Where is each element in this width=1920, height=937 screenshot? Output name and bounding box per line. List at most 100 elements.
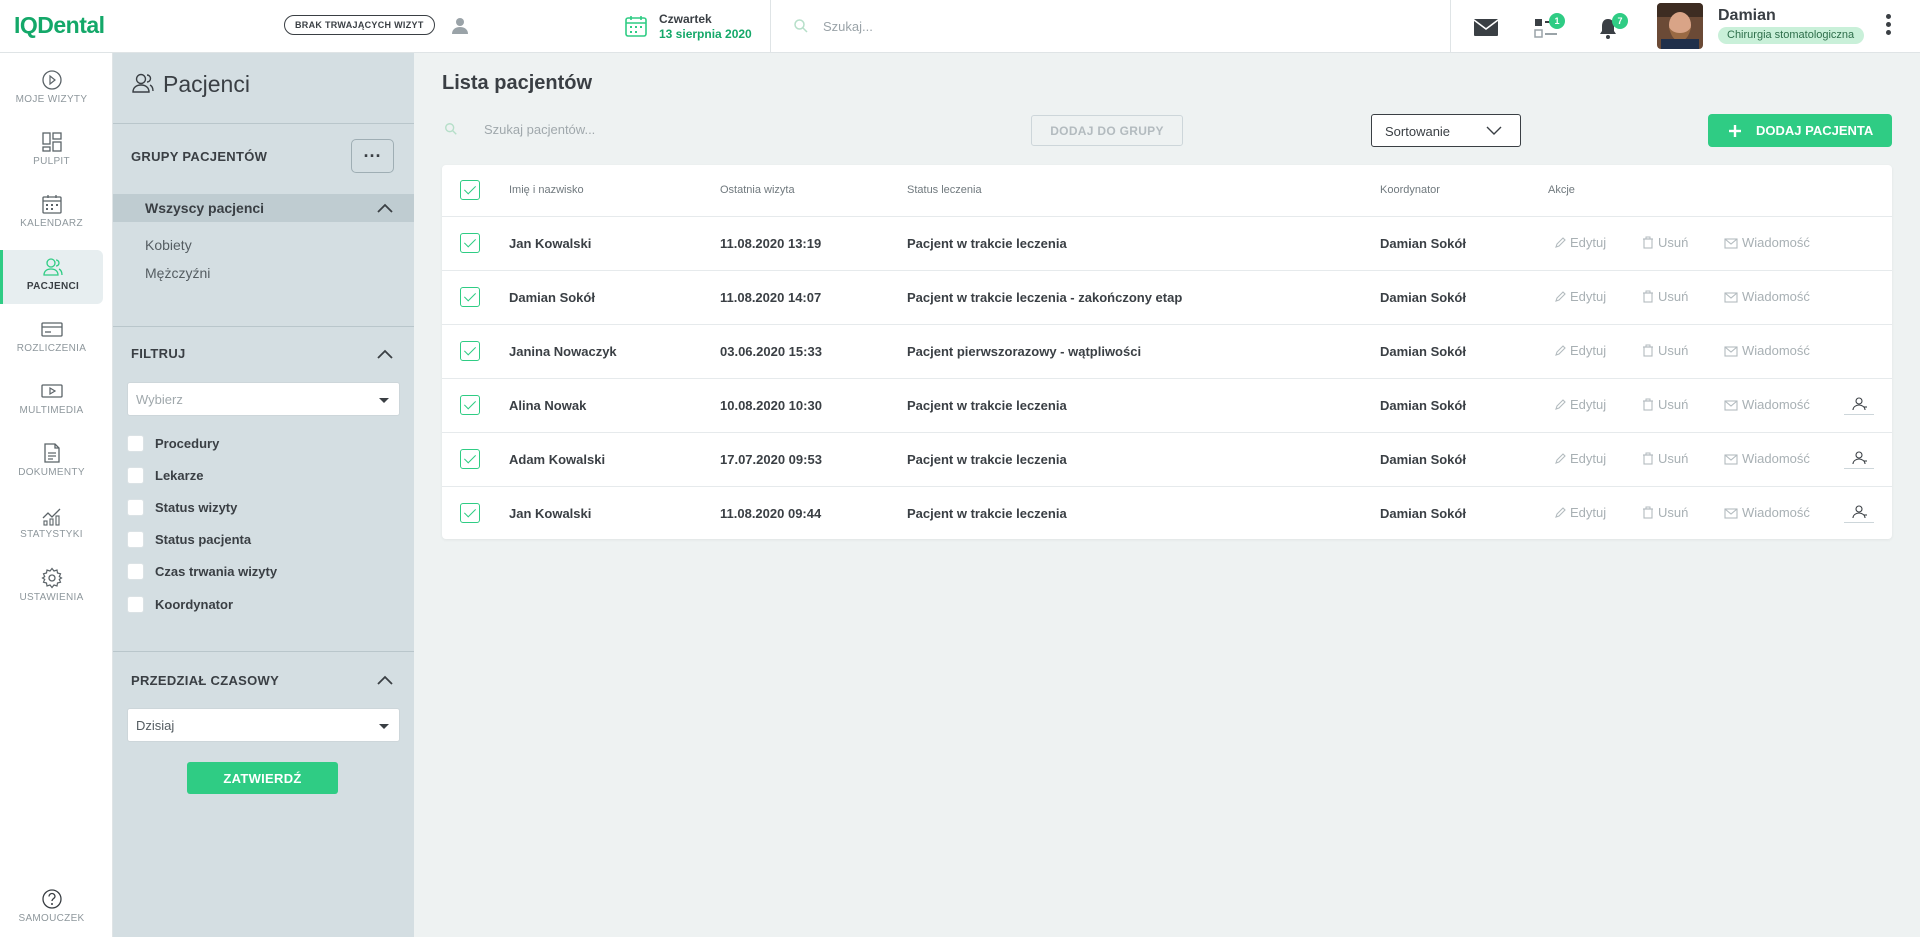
patient-name[interactable]: Adam Kowalski [509, 452, 605, 467]
add-patient-button[interactable]: DODAJ PACJENTA [1708, 114, 1892, 147]
user-name[interactable]: Damian [1718, 7, 1776, 25]
table-row[interactable]: Damian Sokół 11.08.2020 14:07 Pacjent w tr… [442, 271, 1892, 325]
divider [113, 123, 414, 124]
row-checkbox[interactable] [460, 287, 480, 307]
time-range-select[interactable]: Dzisiaj [127, 708, 400, 742]
edit-action[interactable]: Edytuj [1554, 397, 1606, 412]
pencil-icon [1555, 507, 1566, 518]
column-header-status[interactable]: Status leczenia [907, 184, 982, 196]
nav-item-settings[interactable]: USTAWIENIA [0, 561, 103, 615]
column-header-name[interactable]: Imię i nazwisko [509, 184, 584, 196]
nav-item-my-visits[interactable]: MOJE WIZYTY [0, 63, 103, 117]
assign-user-button[interactable] [1844, 451, 1874, 469]
coordinator: Damian Sokół [1380, 398, 1466, 413]
calendar-icon [625, 16, 647, 37]
row-checkbox[interactable] [460, 395, 480, 415]
message-action[interactable]: Wiadomość [1724, 451, 1810, 466]
delete-action[interactable]: Usuń [1642, 343, 1688, 358]
notifications-button[interactable]: 7 [1596, 13, 1628, 41]
patient-name[interactable]: Jan Kowalski [509, 236, 591, 251]
select-all-checkbox[interactable] [460, 180, 480, 200]
patient-name[interactable]: Jan Kowalski [509, 506, 591, 521]
checkbox[interactable] [127, 531, 144, 548]
tasks-button[interactable]: 1 [1533, 13, 1565, 41]
checkbox[interactable] [127, 499, 144, 516]
edit-action[interactable]: Edytuj [1554, 451, 1606, 466]
message-action[interactable]: Wiadomość [1724, 235, 1810, 250]
checkbox[interactable] [127, 596, 144, 613]
confirm-button[interactable]: ZATWIERDŹ [187, 762, 338, 794]
delete-action[interactable]: Usuń [1642, 451, 1688, 466]
coordinator: Damian Sokół [1380, 290, 1466, 305]
checkbox[interactable] [127, 563, 144, 580]
nav-item-calendar[interactable]: KALENDARZ [0, 187, 103, 241]
mail-icon [1724, 454, 1738, 465]
calendar-icon [41, 195, 62, 214]
avatar[interactable] [1657, 3, 1703, 49]
patient-name[interactable]: Damian Sokół [509, 290, 595, 305]
patient-search [444, 116, 844, 142]
edit-action[interactable]: Edytuj [1554, 235, 1606, 250]
messages-button[interactable] [1473, 13, 1503, 41]
group-item-all[interactable]: Wszyscy pacjenci [113, 194, 414, 222]
add-to-group-button[interactable]: DODAJ DO GRUPY [1031, 115, 1183, 146]
patients-side-panel: Pacjenci GRUPY PACJENTÓW ··· Wszyscy pac… [113, 53, 414, 937]
message-action[interactable]: Wiadomość [1724, 397, 1810, 412]
chevron-up-icon[interactable] [377, 349, 393, 359]
assign-user-button[interactable] [1844, 397, 1874, 415]
edit-action[interactable]: Edytuj [1554, 343, 1606, 358]
delete-action[interactable]: Usuń [1642, 505, 1688, 520]
chevron-up-icon[interactable] [377, 203, 393, 213]
group-item-women[interactable]: Kobiety [145, 237, 192, 253]
divider [770, 0, 771, 53]
edit-action[interactable]: Edytuj [1554, 505, 1606, 520]
assign-user-button[interactable] [1844, 505, 1874, 523]
message-action[interactable]: Wiadomość [1724, 343, 1810, 358]
table-row[interactable]: Janina Nowaczyk 03.06.2020 15:33 Pacjent p… [442, 325, 1892, 379]
nav-item-patients[interactable]: PACJENCI [0, 250, 103, 304]
sort-dropdown[interactable]: Sortowanie [1371, 114, 1521, 147]
row-checkbox[interactable] [460, 233, 480, 253]
nav-item-multimedia[interactable]: MULTIMEDIA [0, 374, 103, 428]
last-visit: 10.08.2020 10:30 [720, 398, 822, 413]
table-row[interactable]: Jan Kowalski 11.08.2020 13:19 Pacjent w tr… [442, 217, 1892, 271]
delete-action[interactable]: Usuń [1642, 397, 1688, 412]
row-checkbox[interactable] [460, 503, 480, 523]
table-row[interactable]: Alina Nowak 10.08.2020 10:30 Pacjent w tra… [442, 379, 1892, 433]
filter-select[interactable]: Wybierz [127, 382, 400, 416]
message-action[interactable]: Wiadomość [1724, 505, 1810, 520]
groups-more-button[interactable]: ··· [351, 139, 394, 173]
edit-action[interactable]: Edytuj [1554, 289, 1606, 304]
column-header-coordinator[interactable]: Koordynator [1380, 184, 1440, 196]
group-item-men[interactable]: Mężczyźni [145, 265, 210, 281]
table-row[interactable]: Adam Kowalski 17.07.2020 09:53 Pacjent w t… [442, 433, 1892, 487]
nav-item-documents[interactable]: DOKUMENTY [0, 436, 103, 490]
row-checkbox[interactable] [460, 341, 480, 361]
global-search [793, 15, 1293, 37]
checkbox[interactable] [127, 435, 144, 452]
dropdown-arrow-icon [379, 724, 389, 729]
more-menu-icon[interactable] [1882, 14, 1894, 40]
delete-action[interactable]: Usuń [1642, 235, 1688, 250]
patient-name[interactable]: Janina Nowaczyk [509, 344, 617, 359]
table-header: Imię i nazwisko Ostatnia wizyta Status l… [442, 165, 1892, 217]
patient-name[interactable]: Alina Nowak [509, 398, 586, 413]
media-icon [40, 384, 63, 398]
nav-item-dashboard[interactable]: PULPIT [0, 125, 103, 179]
patient-search-input[interactable] [484, 118, 834, 140]
visit-status-pill[interactable]: BRAK TRWAJĄCYCH WIZYT [284, 15, 435, 35]
delete-action[interactable]: Usuń [1642, 289, 1688, 304]
nav-item-tutorial[interactable]: SAMOUCZEK [0, 882, 103, 936]
global-search-input[interactable] [823, 15, 1223, 37]
row-checkbox[interactable] [460, 449, 480, 469]
document-icon [43, 443, 60, 463]
nav-item-statistics[interactable]: STATYSTYKI [0, 498, 103, 552]
column-header-last-visit[interactable]: Ostatnia wizyta [720, 184, 795, 196]
nav-item-billing[interactable]: ROZLICZENIA [0, 312, 103, 366]
divider [1450, 0, 1451, 53]
message-action[interactable]: Wiadomość [1724, 289, 1810, 304]
table-row[interactable]: Jan Kowalski 11.08.2020 09:44 Pacjent w tr… [442, 487, 1892, 541]
app-logo[interactable]: IQDental [14, 12, 105, 39]
checkbox[interactable] [127, 467, 144, 484]
chevron-up-icon[interactable] [377, 675, 393, 685]
